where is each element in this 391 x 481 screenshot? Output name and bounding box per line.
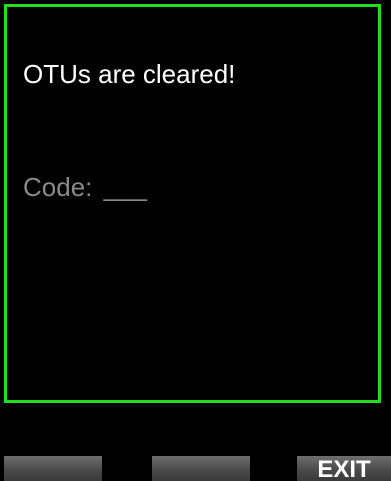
message-panel: OTUs are cleared! Code: ___ [4, 4, 381, 403]
left-softkey-button[interactable] [4, 456, 102, 481]
code-input[interactable]: ___ [104, 172, 147, 202]
dive-computer-screen: OTUs are cleared! Code: ___ EXIT [0, 0, 391, 481]
code-label: Code: [23, 172, 93, 202]
code-entry-row[interactable]: Code: ___ [23, 172, 147, 202]
status-message: OTUs are cleared! [23, 59, 236, 89]
exit-button[interactable]: EXIT [297, 456, 391, 481]
middle-softkey-button[interactable] [152, 456, 250, 481]
